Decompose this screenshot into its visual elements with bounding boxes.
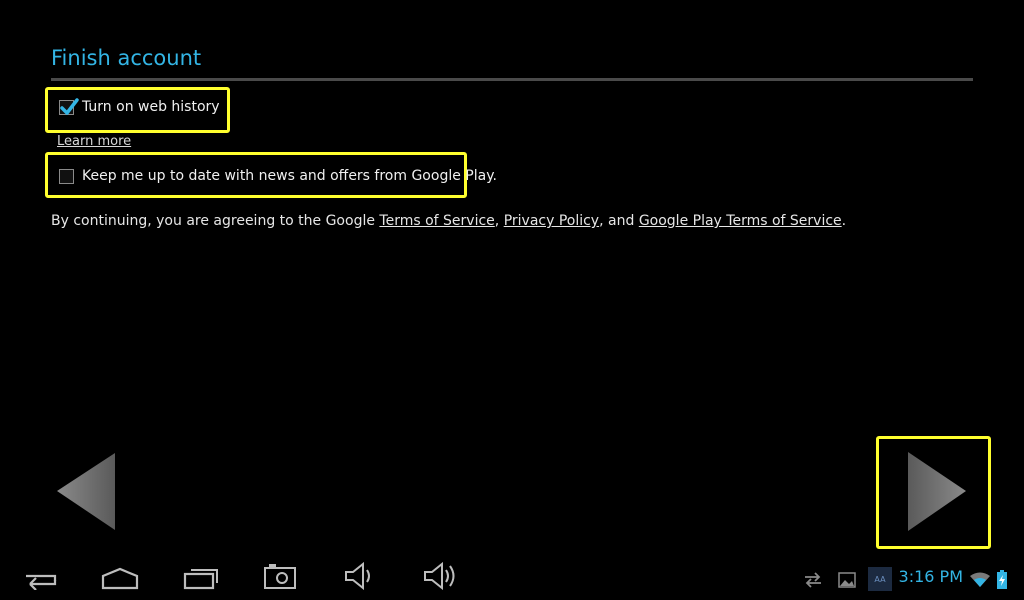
battery-icon [997, 570, 1007, 589]
terms-comma: , [494, 213, 504, 229]
news-opt-in-label: Keep me up to date with news and offers … [82, 168, 497, 184]
learn-more-link[interactable]: Learn more [57, 134, 131, 149]
page-title: Finish account [51, 46, 202, 70]
back-icon[interactable] [22, 560, 58, 590]
terms-prefix: By continuing, you are agreeing to the G… [51, 213, 380, 229]
news-opt-in-option[interactable]: Keep me up to date with news and offers … [59, 168, 497, 184]
terms-of-service-link[interactable]: Terms of Service [379, 213, 494, 229]
status-clock: 3:16 PM [898, 567, 963, 586]
home-icon[interactable] [101, 560, 139, 590]
title-divider [51, 78, 973, 81]
gallery-icon [838, 572, 856, 588]
terms-statement: By continuing, you are agreeing to the G… [51, 213, 846, 229]
terms-and: , and [599, 213, 639, 229]
web-history-label: Turn on web history [82, 99, 220, 115]
recent-apps-icon[interactable] [183, 560, 221, 590]
screenshot-icon[interactable] [263, 560, 297, 590]
privacy-policy-link[interactable]: Privacy Policy [504, 213, 599, 229]
system-navigation-bar: AA 3:16 PM [0, 552, 1024, 600]
next-arrow-button[interactable] [906, 451, 968, 533]
web-history-checkbox[interactable] [59, 97, 79, 115]
news-opt-in-checkbox[interactable] [59, 168, 74, 184]
volume-up-icon[interactable] [422, 560, 460, 590]
keyboard-icon: AA [868, 567, 892, 591]
sync-icon [805, 572, 821, 588]
volume-down-icon[interactable] [343, 560, 377, 590]
wifi-icon [970, 572, 990, 587]
svg-text:AA: AA [874, 575, 886, 584]
terms-period: . [841, 213, 847, 229]
back-arrow-button[interactable] [55, 452, 117, 532]
web-history-option[interactable]: Turn on web history [59, 97, 220, 115]
checkmark-icon [60, 97, 79, 115]
play-terms-link[interactable]: Google Play Terms of Service [639, 213, 842, 229]
